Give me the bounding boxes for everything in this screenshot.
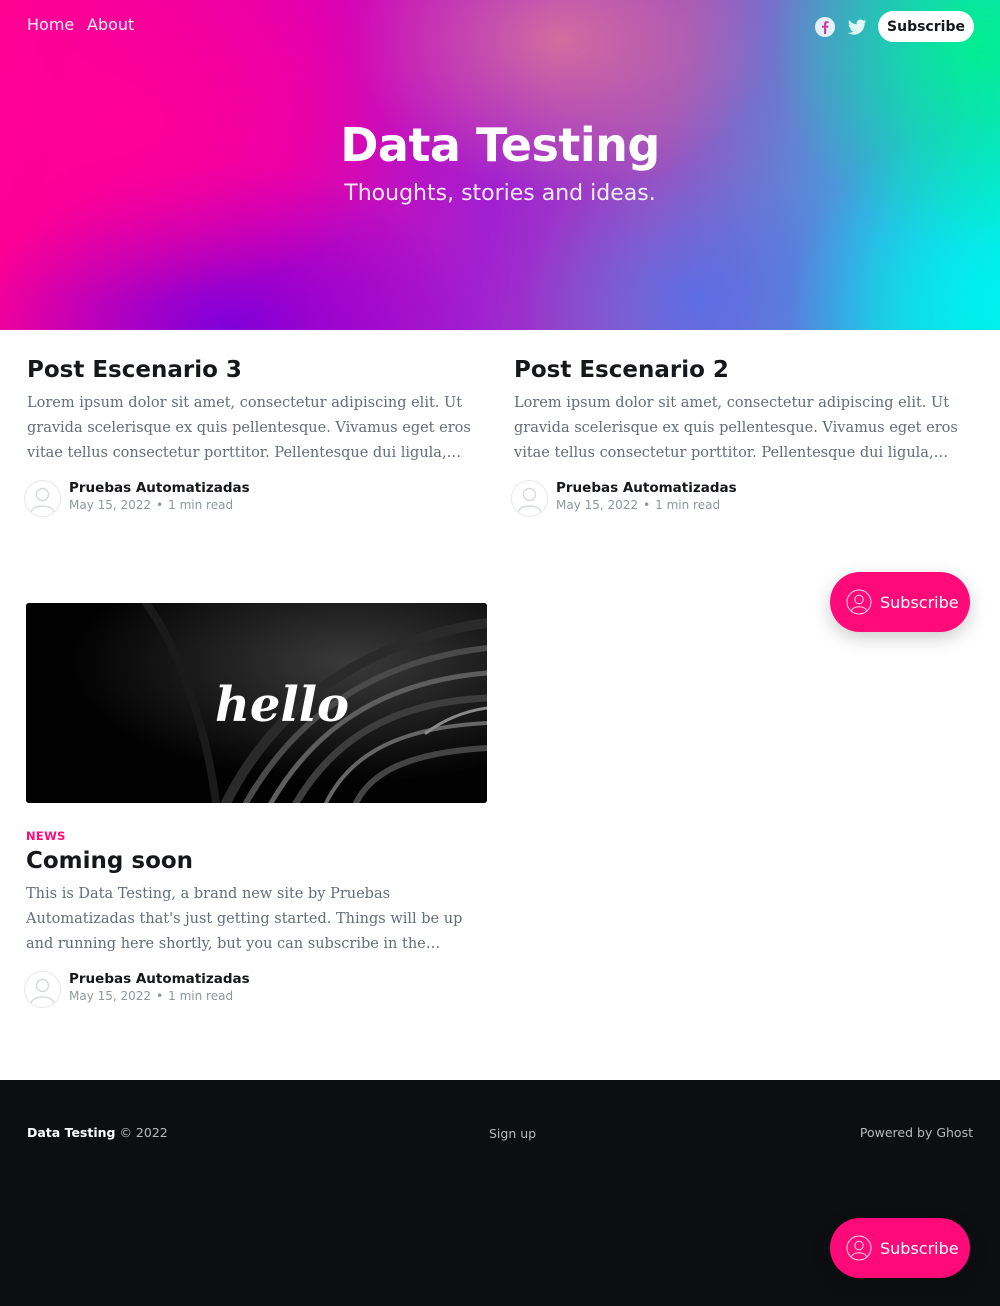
byline-separator: •	[156, 498, 164, 512]
post-title[interactable]: Coming soon	[26, 846, 488, 876]
user-avatar-icon[interactable]	[511, 480, 548, 517]
footer-powered-by-link[interactable]: Powered by Ghost	[860, 1125, 973, 1140]
feature-image-graphic: hello	[26, 603, 487, 803]
member-icon	[846, 1235, 872, 1261]
site-header: Home About Subscribe Data Testing Though…	[0, 0, 1000, 330]
nav-about-link[interactable]: About	[87, 15, 134, 34]
byline-separator: •	[643, 498, 651, 512]
post-tag[interactable]: NEWS	[26, 829, 488, 843]
hello-lettering: hello	[215, 677, 349, 733]
post-meta: Pruebas Automatizadas May 15, 2022 • 1 min…	[24, 971, 488, 1009]
byline-separator: •	[156, 989, 164, 1003]
floating-subscribe-button[interactable]: Subscribe	[830, 572, 970, 632]
footer-signup-link[interactable]: Sign up	[489, 1126, 536, 1141]
floating-subscribe-button[interactable]: Subscribe	[830, 1218, 970, 1278]
post-card[interactable]: hello NEWS Coming soon This is Data Test…	[24, 603, 488, 1009]
post-excerpt[interactable]: This is Data Testing, a brand new site b…	[26, 882, 488, 957]
post-reading-time: 1 min read	[655, 498, 721, 512]
footer-copyright: Data Testing © 2022	[27, 1125, 168, 1140]
post-author[interactable]: Pruebas Automatizadas	[69, 480, 250, 496]
header-subscribe-button[interactable]: Subscribe	[878, 11, 974, 42]
site-description: Thoughts, stories and ideas.	[344, 181, 656, 206]
post-reading-time: 1 min read	[168, 989, 234, 1003]
post-byline: May 15, 2022 • 1 min read	[69, 498, 233, 512]
post-author[interactable]: Pruebas Automatizadas	[69, 971, 250, 987]
user-avatar-icon[interactable]	[24, 971, 61, 1008]
post-meta: Pruebas Automatizadas May 15, 2022 • 1 min…	[511, 480, 976, 518]
member-icon	[846, 589, 872, 615]
post-title[interactable]: Post Escenario 2	[514, 355, 976, 385]
post-reading-time: 1 min read	[168, 498, 234, 512]
footer-site-name[interactable]: Data Testing	[27, 1125, 115, 1140]
footer-year: © 2022	[119, 1125, 168, 1140]
post-author[interactable]: Pruebas Automatizadas	[556, 480, 737, 496]
user-avatar-icon[interactable]	[24, 480, 61, 517]
post-date: May 15, 2022	[69, 498, 152, 512]
post-date: May 15, 2022	[556, 498, 639, 512]
nav-home-link[interactable]: Home	[27, 15, 74, 34]
facebook-icon[interactable]	[814, 16, 836, 38]
twitter-icon[interactable]	[846, 16, 868, 38]
post-date: May 15, 2022	[69, 989, 152, 1003]
floating-subscribe-label: Subscribe	[880, 592, 959, 612]
post-title[interactable]: Post Escenario 3	[27, 355, 489, 385]
post-byline: May 15, 2022 • 1 min read	[69, 989, 233, 1003]
post-excerpt[interactable]: Lorem ipsum dolor sit amet, consectetur …	[514, 391, 976, 466]
post-meta: Pruebas Automatizadas May 15, 2022 • 1 min…	[24, 480, 489, 518]
post-excerpt[interactable]: Lorem ipsum dolor sit amet, consectetur …	[27, 391, 489, 466]
post-byline: May 15, 2022 • 1 min read	[556, 498, 720, 512]
post-card[interactable]: Post Escenario 3 Lorem ipsum dolor sit a…	[24, 355, 489, 518]
floating-subscribe-label: Subscribe	[880, 1238, 959, 1258]
post-feature-image[interactable]: hello	[26, 603, 487, 803]
site-title: Data Testing	[340, 118, 660, 172]
post-card[interactable]: Post Escenario 2 Lorem ipsum dolor sit a…	[511, 355, 976, 518]
